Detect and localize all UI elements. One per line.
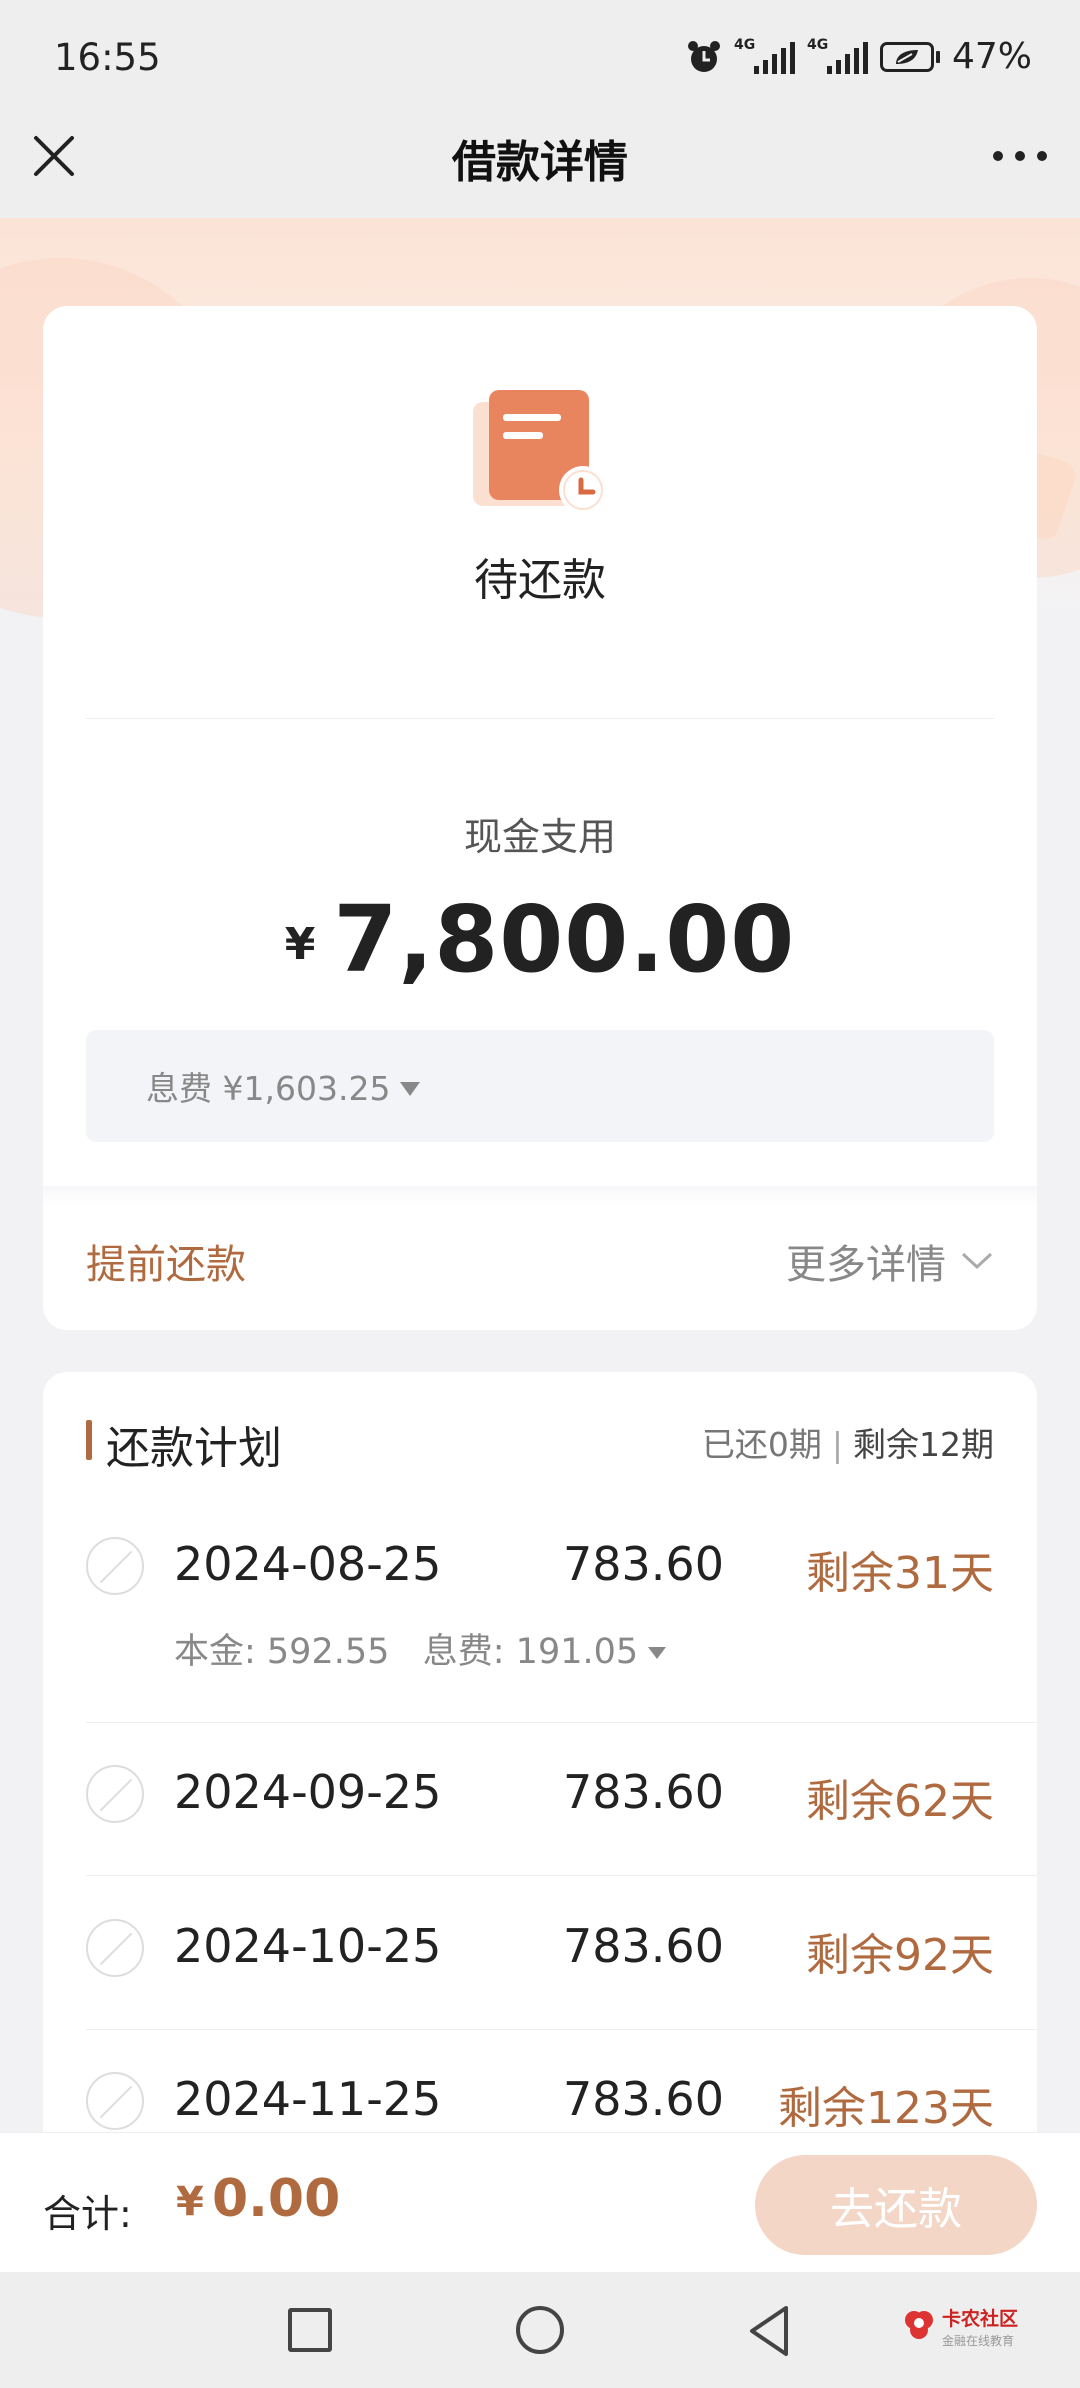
top-bar: 16:55 4G 4G 47% 借款详情: [0, 0, 1080, 218]
kanong-logo-icon: [905, 2311, 933, 2339]
remaining-periods: 剩余12期: [853, 1425, 994, 1464]
currency-symbol: ¥: [284, 919, 316, 970]
divider: [86, 2029, 1037, 2030]
due-amount: 783.60: [563, 1537, 724, 1591]
repayment-plan-card: 还款计划 已还0期 | 剩余12期 2024-08-25 783.60 剩余31天 …: [43, 1372, 1037, 2134]
total-label: 合计:: [43, 2192, 132, 2236]
watermark-tagline: 金融在线教育: [942, 2334, 1015, 2348]
system-nav-bar: 卡农社区 金融在线教育: [0, 2272, 1080, 2388]
due-amount: 783.60: [563, 2072, 724, 2126]
alarm-icon: [687, 40, 720, 72]
signal-icon-1: 4G: [734, 38, 795, 74]
due-date: 2024-08-25: [174, 1537, 442, 1591]
watermark-brand: 卡农社区: [942, 2308, 1019, 2330]
due-date: 2024-10-25: [174, 1919, 442, 1973]
days-remaining: 剩余92天: [806, 1930, 994, 1981]
checkbox-disabled-icon[interactable]: [86, 1919, 144, 1977]
fee-value: 息费 ¥1,603.25: [146, 1069, 391, 1108]
amount-value: 7,800.00: [333, 886, 796, 993]
signal-icon-2: 4G: [807, 38, 868, 74]
divider: [86, 1722, 1037, 1723]
fee-panel[interactable]: 息费 ¥1,603.25: [86, 1030, 994, 1142]
days-remaining: 剩余62天: [806, 1776, 994, 1827]
plan-title: 还款计划: [86, 1412, 282, 1476]
watermark: 卡农社区 金融在线教育: [902, 2302, 1032, 2362]
separator-shade: [43, 1186, 1037, 1206]
separator: |: [831, 1425, 843, 1464]
checkbox-disabled-icon[interactable]: [86, 2072, 144, 2130]
loan-summary-card: 待还款 现金支用 ¥7,800.00 息费 ¥1,603.25 提前还款 更多详…: [43, 306, 1037, 1330]
loan-amount: ¥7,800.00: [43, 886, 1037, 993]
due-amount: 783.60: [563, 1765, 724, 1819]
home-icon[interactable]: [516, 2306, 564, 2354]
page-title: 借款详情: [452, 137, 628, 188]
more-icon[interactable]: [988, 130, 1052, 182]
due-amount: 783.60: [563, 1919, 724, 1973]
total-amount: 0.00: [212, 2169, 341, 2229]
bill-clock-icon: [473, 390, 607, 514]
status-time: 16:55: [54, 36, 161, 79]
due-date: 2024-11-25: [174, 2072, 442, 2126]
status-bar: 16:55 4G 4G 47%: [0, 0, 1080, 118]
loan-status: 待还款: [474, 555, 606, 606]
divider: [86, 1875, 1037, 1876]
chevron-down-icon: [961, 1252, 993, 1270]
battery-percent: 47%: [951, 36, 1032, 77]
more-details-button[interactable]: 更多详情: [786, 1232, 994, 1290]
days-remaining: 剩余123天: [778, 2083, 994, 2134]
divider: [86, 718, 994, 719]
due-date: 2024-09-25: [174, 1765, 442, 1819]
prepay-button[interactable]: 提前还款: [86, 1232, 246, 1290]
days-remaining: 剩余31天: [806, 1548, 994, 1599]
checkbox-disabled-icon[interactable]: [86, 1537, 144, 1595]
recents-icon[interactable]: [288, 2308, 332, 2352]
amount-label: 现金支用: [463, 815, 616, 859]
caret-down-icon: [400, 1082, 421, 1096]
row-detail[interactable]: 本金: 592.55 息费: 191.05: [174, 1623, 667, 1674]
fee-text[interactable]: 息费 ¥1,603.25: [146, 1062, 421, 1110]
caret-down-icon: [648, 1647, 667, 1659]
row-detail-text: 本金: 592.55 息费: 191.05: [174, 1632, 639, 1672]
checkout-bar: 合计: ¥ 0.00 去还款: [0, 2132, 1080, 2272]
plan-progress: 已还0期 | 剩余12期: [702, 1418, 994, 1466]
battery-icon: [879, 41, 940, 72]
more-details-label: 更多详情: [786, 1242, 946, 1288]
nav-bar: 借款详情: [0, 118, 1080, 218]
back-icon[interactable]: [746, 2304, 792, 2358]
checkbox-disabled-icon[interactable]: [86, 1765, 144, 1823]
status-icons: 4G 4G 47%: [686, 36, 1032, 77]
paid-periods: 已还0期: [701, 1425, 822, 1464]
repay-button[interactable]: 去还款: [755, 2155, 1037, 2255]
currency-symbol: ¥: [176, 2179, 204, 2225]
